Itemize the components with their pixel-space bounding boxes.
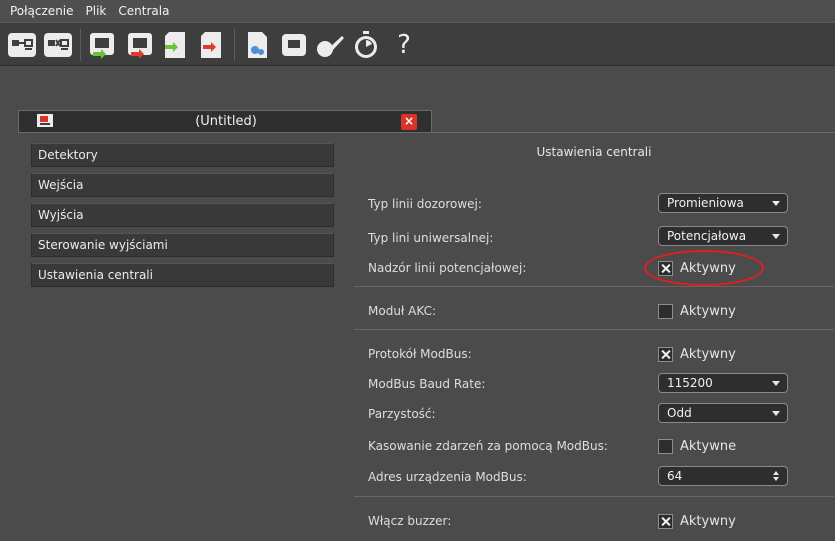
- nav-item-ustawienia-centrali[interactable]: Ustawienia centrali: [31, 263, 334, 287]
- tab-untitled[interactable]: (Untitled) ×: [18, 110, 432, 132]
- toolbar: ?: [0, 22, 835, 66]
- spin-up-icon[interactable]: [773, 471, 779, 475]
- typ-linii-dozorowej-select[interactable]: Promieniowa: [658, 193, 788, 213]
- export-button[interactable]: [196, 29, 228, 61]
- toolbar-separator: [234, 29, 235, 61]
- write-to-device-button[interactable]: [124, 29, 156, 61]
- import-button[interactable]: [160, 29, 192, 61]
- modul-akc-label: Moduł AKC:: [368, 304, 436, 318]
- adres-spinbox[interactable]: 64: [658, 466, 788, 486]
- divider: [354, 329, 834, 330]
- disconnect-icon: [44, 33, 72, 57]
- modbus-baud-label: ModBus Baud Rate:: [368, 377, 486, 391]
- document-icon: [248, 32, 267, 58]
- checkbox-checked-icon: [658, 513, 673, 529]
- checkbox-unchecked-icon: [658, 303, 673, 319]
- kasowanie-check-label: Aktywne: [680, 438, 737, 454]
- export-icon: [201, 32, 221, 58]
- divider: [354, 496, 834, 497]
- nav-item-sterowanie-wyjsciami[interactable]: Sterowanie wyjściami: [31, 233, 334, 257]
- chevron-down-icon: [772, 381, 780, 386]
- settings-nav: Detektory Wejścia Wyjścia Sterowanie wyj…: [31, 143, 334, 293]
- spin-down-icon[interactable]: [773, 477, 779, 481]
- parzystosc-select[interactable]: Odd: [658, 403, 788, 423]
- adres-label: Adres urządzenia ModBus:: [368, 470, 527, 484]
- toolbar-separator: [80, 29, 81, 61]
- nav-item-wyjscia[interactable]: Wyjścia: [31, 203, 334, 227]
- read-from-device-icon: [90, 33, 114, 59]
- calibrate-icon: [317, 36, 344, 57]
- help-button[interactable]: ?: [388, 29, 420, 61]
- protokol-modbus-label: Protokół ModBus:: [368, 347, 472, 361]
- panel-title: Ustawienia centrali: [536, 145, 652, 159]
- modbus-baud-select[interactable]: 115200: [658, 373, 788, 393]
- tab-title: (Untitled): [195, 114, 257, 129]
- checkbox-unchecked-icon: [658, 438, 673, 454]
- main-content: Detektory Wejścia Wyjścia Sterowanie wyj…: [18, 132, 835, 541]
- nav-item-wejscia[interactable]: Wejścia: [31, 173, 334, 197]
- chevron-down-icon: [772, 411, 780, 416]
- highlight-ellipse: [644, 250, 764, 286]
- typ-lini-uniwersalnej-value: Potencjałowa: [667, 229, 747, 243]
- read-from-device-button[interactable]: [86, 29, 118, 61]
- buzzer-label: Włącz buzzer:: [368, 514, 452, 528]
- device-tab-icon: [37, 114, 53, 127]
- typ-linii-dozorowej-label: Typ linii dozorowej:: [368, 197, 482, 211]
- modul-akc-checkbox[interactable]: Aktywny: [658, 302, 736, 320]
- menu-polaczenie[interactable]: Połączenie: [4, 0, 80, 22]
- timer-button[interactable]: [350, 29, 382, 61]
- tab-strip: (Untitled) ×: [0, 66, 835, 132]
- typ-linii-dozorowej-value: Promieniowa: [667, 196, 744, 210]
- disconnect-button[interactable]: [42, 29, 74, 61]
- help-icon: ?: [397, 30, 411, 60]
- close-tab-icon[interactable]: ×: [401, 114, 417, 130]
- modbus-baud-value: 115200: [667, 376, 713, 390]
- typ-lini-uniwersalnej-select[interactable]: Potencjałowa: [658, 226, 788, 246]
- menu-bar: Połączenie Plik Centrala: [0, 0, 835, 22]
- connect-icon: [8, 33, 36, 57]
- calibrate-button[interactable]: [314, 29, 346, 61]
- menu-plik[interactable]: Plik: [80, 0, 113, 22]
- typ-lini-uniwersalnej-label: Typ lini uniwersalnej:: [368, 231, 494, 245]
- buzzer-check-label: Aktywny: [680, 513, 736, 529]
- kasowanie-label: Kasowanie zdarzeń za pomocą ModBus:: [368, 439, 608, 453]
- document-button[interactable]: [240, 29, 272, 61]
- kasowanie-checkbox[interactable]: Aktywne: [658, 437, 736, 455]
- parzystosc-value: Odd: [667, 406, 692, 420]
- import-icon: [165, 32, 185, 58]
- chevron-down-icon: [772, 201, 780, 206]
- divider: [354, 286, 834, 287]
- protokol-modbus-checkbox[interactable]: Aktywny: [658, 345, 736, 363]
- menu-centrala[interactable]: Centrala: [112, 0, 175, 22]
- parzystosc-label: Parzystość:: [368, 407, 436, 421]
- adres-value: 64: [667, 469, 683, 483]
- nav-item-detektory[interactable]: Detektory: [31, 143, 334, 167]
- protokol-modbus-check-label: Aktywny: [680, 346, 736, 362]
- device-button[interactable]: [278, 29, 310, 61]
- nadzor-linii-label: Nadzór linii potencjałowej:: [368, 261, 527, 275]
- connect-button[interactable]: [6, 29, 38, 61]
- buzzer-checkbox[interactable]: Aktywny: [658, 512, 736, 530]
- modul-akc-check-label: Aktywny: [680, 303, 736, 319]
- chevron-down-icon: [772, 234, 780, 239]
- write-to-device-icon: [128, 33, 152, 59]
- device-icon: [282, 34, 306, 56]
- checkbox-checked-icon: [658, 346, 673, 362]
- timer-icon: [355, 31, 377, 58]
